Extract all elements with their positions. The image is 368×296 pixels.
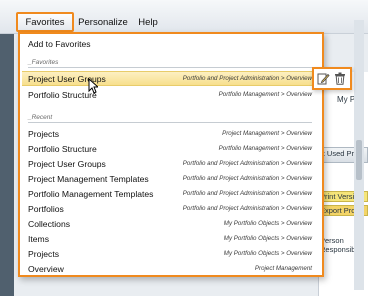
recent-item[interactable]: Project User Groups Portfolio and Projec…	[22, 156, 320, 171]
mouse-cursor-icon	[88, 78, 98, 94]
recent-item-label: Collections	[28, 218, 71, 229]
recent-item[interactable]: Items My Portfolio Objects > Overview	[22, 231, 320, 246]
favorite-item-path: Portfolio Management > Overview	[218, 91, 312, 98]
recent-item-path: My Portfolio Objects > Overview	[223, 235, 312, 242]
background-text-responsible: Responsib	[320, 245, 356, 254]
recent-item[interactable]: Project Management Templates Portfolio a…	[22, 171, 320, 186]
recent-divider	[28, 122, 312, 123]
recent-item-path: Portfolio Management > Overview	[218, 145, 312, 152]
recent-item[interactable]: Projects My Portfolio Objects > Overview	[22, 246, 320, 261]
recent-item-label: Portfolio Structure	[28, 143, 97, 154]
recent-item-label: Items	[28, 233, 50, 244]
delete-favorite-button[interactable]	[333, 72, 347, 86]
edit-icon	[317, 73, 330, 85]
recent-item-label: Overview	[28, 263, 64, 274]
background-text-last-used: st Used Pr	[319, 149, 355, 158]
edit-favorite-button[interactable]	[317, 72, 331, 86]
recent-item[interactable]: Collections My Portfolio Objects > Overv…	[22, 216, 320, 231]
favorites-section-label: _Favorites	[28, 59, 59, 66]
add-to-favorites-item[interactable]: Add to Favorites	[22, 36, 320, 52]
background-left-strip	[0, 34, 14, 296]
recent-item[interactable]: Portfolio Management Templates Portfolio…	[22, 186, 320, 201]
recent-section-label: _Recent	[28, 114, 53, 121]
recent-item-label: Projects	[28, 248, 60, 259]
favorite-item-project-user-groups[interactable]: Project User Groups Portfolio and Projec…	[22, 71, 320, 86]
menu-bar: Favorites Personalize Help	[0, 12, 200, 32]
background-scrollbar-thumb	[356, 140, 362, 180]
favorites-divider	[28, 67, 312, 68]
menu-help[interactable]: Help	[134, 12, 162, 32]
favorites-dropdown: Add to Favorites _Favorites Project User…	[18, 32, 324, 277]
add-to-favorites-label: Add to Favorites	[28, 39, 91, 49]
recent-item-path: Portfolio and Project Administration > O…	[182, 160, 312, 167]
recent-item-path: Portfolio and Project Administration > O…	[182, 205, 312, 212]
trash-icon	[335, 72, 346, 85]
favorite-item-path: Portfolio and Project Administration > O…	[182, 75, 312, 82]
recent-item[interactable]: Overview Project Management	[22, 261, 320, 276]
recent-item-label: Project User Groups	[28, 158, 106, 169]
recent-item-label: Portfolios	[28, 203, 64, 214]
menu-personalize[interactable]: Personalize	[76, 12, 130, 32]
recent-item-path: Portfolio and Project Administration > O…	[182, 175, 312, 182]
menu-favorites[interactable]: Favorites	[16, 12, 74, 32]
recent-item-path: My Portfolio Objects > Overview	[223, 250, 312, 257]
favorite-item-portfolio-structure[interactable]: Portfolio Structure Portfolio Management…	[22, 87, 320, 102]
recent-item[interactable]: Projects Project Management > Overview	[22, 126, 320, 141]
recent-item-label: Portfolio Management Templates	[28, 188, 154, 199]
recent-item-label: Project Management Templates	[28, 173, 149, 184]
recent-item-path: Project Management	[254, 265, 312, 272]
favorite-item-label: Portfolio Structure	[28, 89, 97, 100]
favorite-actions-popout	[312, 67, 352, 90]
recent-item-path: My Portfolio Objects > Overview	[223, 220, 312, 227]
recent-item-path: Portfolio and Project Administration > O…	[182, 190, 312, 197]
recent-item-label: Projects	[28, 128, 60, 139]
recent-item-path: Project Management > Overview	[222, 130, 312, 137]
recent-item[interactable]: Portfolios Portfolio and Project Adminis…	[22, 201, 320, 216]
recent-item[interactable]: Portfolio Structure Portfolio Management…	[22, 141, 320, 156]
